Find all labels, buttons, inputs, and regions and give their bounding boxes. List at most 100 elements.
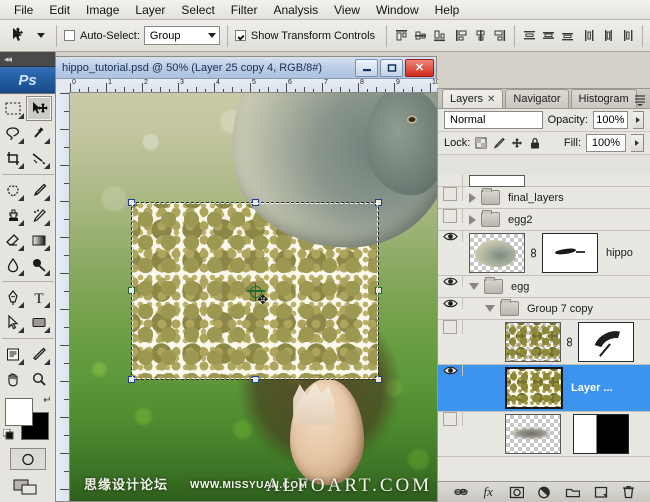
rectangle-shape-tool[interactable] <box>26 310 52 335</box>
type-tool[interactable]: T <box>26 285 52 310</box>
transform-handle-middle-right[interactable] <box>375 287 382 294</box>
visibility-toggle[interactable] <box>438 231 463 242</box>
path-selection-tool[interactable] <box>0 310 26 335</box>
hand-tool[interactable] <box>0 367 26 392</box>
transform-handle-top-right[interactable] <box>375 199 382 206</box>
zoom-tool[interactable] <box>26 367 52 392</box>
chevron-down-icon[interactable] <box>485 305 495 312</box>
table-row[interactable]: egg <box>438 276 650 298</box>
auto-select-scope-dropdown[interactable]: Group <box>144 26 220 45</box>
layer-thumbnail[interactable] <box>469 175 525 187</box>
opacity-input[interactable]: 100% <box>593 111 628 129</box>
distribute-bottom-edges-icon[interactable] <box>560 28 575 43</box>
fill-slider-button[interactable] <box>631 134 644 152</box>
layer-mask-thumbnail[interactable] <box>542 233 598 273</box>
layer-thumbnail[interactable] <box>505 367 563 409</box>
table-row-selected[interactable]: Layer ... <box>438 365 650 412</box>
transform-handle-bottom-center[interactable] <box>252 376 259 383</box>
distribute-horizontal-centers-icon[interactable] <box>601 28 616 43</box>
blur-tool[interactable] <box>0 253 26 278</box>
transform-handle-top-center[interactable] <box>252 199 259 206</box>
align-right-edges-icon[interactable] <box>492 28 507 43</box>
rectangular-marquee-tool[interactable] <box>0 96 26 121</box>
table-row[interactable] <box>438 175 650 187</box>
move-tool[interactable] <box>26 96 52 121</box>
layer-mask-thumbnail[interactable] <box>573 414 629 454</box>
menu-item-edit[interactable]: Edit <box>41 1 78 19</box>
table-row[interactable] <box>438 320 650 365</box>
foreground-color-swatch[interactable] <box>5 398 33 426</box>
brush-tool[interactable] <box>26 178 52 203</box>
table-row[interactable]: hippo <box>438 231 650 276</box>
align-vertical-centers-icon[interactable] <box>413 28 428 43</box>
pen-tool[interactable] <box>0 285 26 310</box>
toolbox-collapse-bar[interactable]: ◂◂ <box>0 52 55 67</box>
table-row[interactable]: Group 7 copy <box>438 298 650 320</box>
visibility-toggle[interactable] <box>438 187 463 201</box>
swap-colors-icon[interactable]: ↵ <box>43 395 51 406</box>
transform-handle-top-left[interactable] <box>128 199 135 206</box>
visibility-toggle[interactable] <box>438 320 463 334</box>
chevron-right-icon[interactable] <box>469 215 476 225</box>
lock-position-icon[interactable] <box>511 137 523 149</box>
dodge-tool[interactable] <box>26 253 52 278</box>
align-top-edges-icon[interactable] <box>394 28 409 43</box>
screen-mode-icon[interactable] <box>13 478 43 498</box>
new-adjustment-layer-icon[interactable] <box>537 485 552 499</box>
layer-mask-thumbnail[interactable] <box>578 322 634 362</box>
visibility-toggle[interactable] <box>438 209 463 223</box>
link-mask-icon[interactable] <box>565 335 574 349</box>
tool-preset-chevron-icon[interactable] <box>37 33 45 38</box>
align-left-edges-icon[interactable] <box>454 28 469 43</box>
menu-item-filter[interactable]: Filter <box>223 1 266 19</box>
transform-selection-box[interactable]: ✥ <box>132 203 378 378</box>
menu-item-image[interactable]: Image <box>78 1 127 19</box>
distribute-vertical-centers-icon[interactable] <box>541 28 556 43</box>
distribute-top-edges-icon[interactable] <box>522 28 537 43</box>
table-row[interactable]: final_layers <box>438 187 650 209</box>
add-layer-mask-icon[interactable] <box>509 485 524 499</box>
distribute-right-edges-icon[interactable] <box>620 28 635 43</box>
link-mask-icon[interactable] <box>529 246 538 260</box>
current-tool-preset[interactable] <box>0 26 49 46</box>
menu-item-select[interactable]: Select <box>173 1 222 19</box>
menu-item-view[interactable]: View <box>326 1 368 19</box>
align-bottom-edges-icon[interactable] <box>432 28 447 43</box>
gradient-tool[interactable] <box>26 228 52 253</box>
maximize-icon[interactable] <box>380 59 403 77</box>
transform-reference-point-icon[interactable] <box>250 286 262 298</box>
layer-thumbnail[interactable] <box>505 322 561 362</box>
opacity-slider-button[interactable] <box>633 111 644 129</box>
lock-image-pixels-icon[interactable] <box>493 137 505 149</box>
table-row[interactable] <box>438 412 650 457</box>
history-brush-tool[interactable] <box>26 203 52 228</box>
blend-mode-dropdown[interactable]: Normal <box>444 111 543 129</box>
show-transform-controls-checkbox[interactable] <box>235 30 246 41</box>
lock-all-icon[interactable] <box>529 137 541 149</box>
notes-tool[interactable] <box>0 342 26 367</box>
image-canvas[interactable]: ✥ 思缘设计论坛 WWW.MISSYUAN.COM ALFOART.COM <box>70 93 437 501</box>
transform-handle-middle-left[interactable] <box>128 287 135 294</box>
crop-tool[interactable] <box>0 146 26 171</box>
auto-select-checkbox[interactable] <box>64 30 75 41</box>
patch-healing-tool[interactable] <box>0 178 26 203</box>
lock-transparent-pixels-icon[interactable] <box>475 137 487 149</box>
slice-tool[interactable] <box>26 146 52 171</box>
panel-menu-icon[interactable] <box>633 92 647 106</box>
menu-item-help[interactable]: Help <box>427 1 468 19</box>
document-title-bar[interactable]: hippo_tutorial.psd @ 50% (Layer 25 copy … <box>56 57 436 79</box>
collapse-panel-icon[interactable]: ◂◂ <box>4 54 11 65</box>
new-group-icon[interactable] <box>565 485 580 499</box>
visibility-toggle[interactable] <box>438 365 463 376</box>
layer-thumbnail[interactable] <box>469 233 525 273</box>
chevron-down-icon[interactable] <box>469 283 479 290</box>
tab-layers[interactable]: Layers ✕ <box>442 89 503 108</box>
menu-item-analysis[interactable]: Analysis <box>265 1 326 19</box>
transform-handle-bottom-left[interactable] <box>128 376 135 383</box>
quick-mask-icon[interactable] <box>10 448 46 470</box>
clone-stamp-tool[interactable] <box>0 203 26 228</box>
close-icon[interactable]: ✕ <box>405 59 434 77</box>
delete-layer-icon[interactable] <box>621 485 636 499</box>
tab-histogram[interactable]: Histogram <box>571 89 637 108</box>
lasso-tool[interactable] <box>0 121 26 146</box>
